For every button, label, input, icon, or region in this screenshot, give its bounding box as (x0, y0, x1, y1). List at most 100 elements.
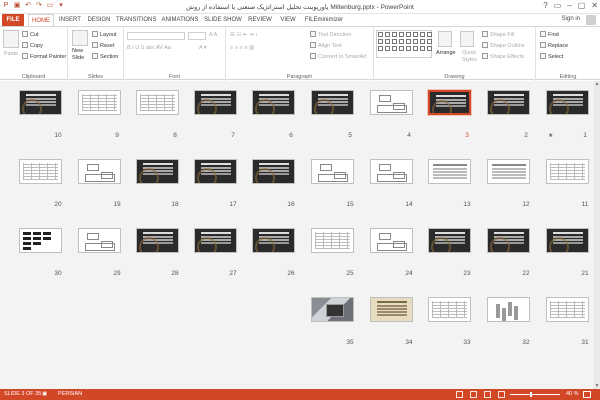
slide-thumbnail[interactable] (194, 159, 237, 184)
slide-thumbnail[interactable] (428, 297, 471, 322)
shape-outline-button[interactable]: Shape Outline (482, 42, 525, 49)
reading-view-icon[interactable] (484, 391, 491, 398)
shape-effects-button[interactable]: Shape Effects (482, 53, 524, 60)
slide-thumbnail[interactable] (546, 90, 589, 115)
tab-design[interactable]: DESIGN (86, 14, 112, 26)
slide-thumbnail[interactable] (194, 90, 237, 115)
tab-review[interactable]: REVIEW (246, 14, 274, 26)
normal-view-icon[interactable] (456, 391, 463, 398)
zoom-level[interactable]: 40 % (566, 391, 579, 397)
slideshow-view-icon[interactable] (498, 391, 505, 398)
tab-slide-show[interactable]: SLIDE SHOW (204, 14, 242, 26)
paste-icon[interactable] (3, 30, 19, 48)
slide-thumbnail[interactable] (252, 159, 295, 184)
slide-thumbnail[interactable] (427, 89, 472, 116)
slide-thumbnail[interactable] (78, 228, 121, 253)
font-color-button[interactable]: A ▾ (199, 45, 207, 51)
slide-thumbnail[interactable] (487, 228, 530, 253)
scroll-up-icon[interactable]: ▲ (594, 81, 600, 87)
language-indicator[interactable]: PERSIAN (58, 391, 82, 397)
slide-thumbnail[interactable] (370, 297, 413, 322)
tab-insert[interactable]: INSERT (58, 14, 82, 26)
slide-thumbnail[interactable] (136, 90, 179, 115)
replace-button[interactable]: Replace (540, 42, 568, 49)
paste-button[interactable]: Paste (4, 51, 18, 57)
slide-thumbnail[interactable] (428, 228, 471, 253)
arrange-button[interactable]: Arrange (436, 50, 456, 56)
spellcheck-icon[interactable]: ▣ (42, 391, 47, 397)
layout-button[interactable]: Layout (92, 31, 117, 38)
find-button[interactable]: Find (540, 31, 559, 38)
slide-thumbnail[interactable] (487, 90, 530, 115)
alignment-buttons[interactable]: ≡ ≡ ≡ ≡ ▥ (230, 45, 254, 51)
slide-thumbnail[interactable] (194, 228, 237, 253)
font-name-field[interactable] (127, 32, 185, 40)
slide-thumbnail[interactable] (78, 90, 121, 115)
ribbon-display-button[interactable]: ▭ (554, 1, 562, 10)
slide-thumbnail[interactable] (546, 297, 589, 322)
slide-thumbnail[interactable] (136, 228, 179, 253)
shape-fill-button[interactable]: Shape Fill (482, 31, 514, 38)
slide-thumbnail[interactable] (136, 159, 179, 184)
slide-thumbnail[interactable] (311, 228, 354, 253)
slide-thumbnail[interactable] (19, 159, 62, 184)
select-button[interactable]: Select (540, 53, 563, 60)
quick-styles-icon[interactable] (460, 31, 474, 47)
tab-transitions[interactable]: TRANSITIONS (116, 14, 156, 26)
slide-sorter-view-icon[interactable] (470, 391, 477, 398)
quick-styles-button[interactable]: Quick (462, 50, 476, 56)
avatar[interactable] (586, 15, 596, 25)
cut-button[interactable]: Cut (22, 31, 39, 38)
slide-thumbnail[interactable] (370, 228, 413, 253)
text-direction-button[interactable]: Text Direction (310, 31, 351, 38)
copy-button[interactable]: Copy (22, 42, 43, 49)
quick-styles-button-line2[interactable]: Styles (462, 57, 477, 63)
format-painter-button[interactable]: Format Painter (22, 53, 66, 60)
close-button[interactable]: ✕ (591, 1, 598, 10)
tab-view[interactable]: VIEW (278, 14, 298, 26)
help-button[interactable]: ? (543, 1, 547, 10)
slide-thumbnail[interactable] (19, 228, 62, 253)
font-style-buttons[interactable]: B I U S abc AV Aa (127, 45, 171, 51)
zoom-slider-handle[interactable] (530, 392, 532, 397)
tab-animations[interactable]: ANIMATIONS (160, 14, 200, 26)
slide-thumbnail[interactable] (252, 228, 295, 253)
maximize-button[interactable]: ▢ (578, 1, 586, 10)
tab-home[interactable]: HOME (28, 14, 54, 26)
paint-bucket-icon (482, 31, 488, 37)
slide-thumbnail[interactable] (19, 90, 62, 115)
slide-thumbnail[interactable] (311, 159, 354, 184)
slide-thumbnail[interactable] (252, 90, 295, 115)
tab-file[interactable]: FILE (2, 14, 24, 26)
align-text-button[interactable]: Align Text (310, 42, 342, 49)
bullets-buttons[interactable]: ☰ ☷ ⇤ ⇥ ↕ (230, 32, 258, 38)
section-button[interactable]: Section (92, 53, 118, 60)
grow-font-button[interactable]: A A (209, 32, 217, 38)
arrange-icon[interactable] (438, 31, 452, 47)
tab-fileminimizer[interactable]: FILEminimizer (302, 14, 346, 26)
reset-button[interactable]: Reset (92, 42, 114, 49)
fit-to-window-icon[interactable] (583, 391, 591, 398)
slide-thumbnail[interactable] (370, 90, 413, 115)
slide-thumbnail[interactable] (546, 228, 589, 253)
minimize-button[interactable]: – (567, 1, 571, 10)
slide-transition-star-icon[interactable]: ★ (548, 132, 553, 139)
font-size-field[interactable] (188, 32, 206, 40)
convert-smartart-button[interactable]: Convert to SmartArt (310, 53, 367, 60)
sign-in-link[interactable]: Sign in (562, 16, 580, 22)
slide-thumbnail[interactable] (428, 159, 471, 184)
slide-thumbnail[interactable] (370, 159, 413, 184)
slide-thumbnail[interactable] (311, 297, 354, 322)
new-slide-icon[interactable] (72, 30, 88, 46)
new-slide-button[interactable]: New (72, 48, 83, 54)
zoom-slider[interactable] (510, 394, 560, 395)
slide-thumbnail[interactable] (487, 297, 530, 322)
vertical-scrollbar[interactable]: ▲ ▼ (594, 81, 600, 389)
slide-thumbnail[interactable] (546, 159, 589, 184)
slide-thumbnail[interactable] (487, 159, 530, 184)
slide-thumbnail[interactable] (311, 90, 354, 115)
slide-thumbnail[interactable] (78, 159, 121, 184)
slide-number: 14 (405, 201, 413, 208)
shapes-gallery[interactable] (376, 30, 432, 58)
new-slide-button-line2[interactable]: Slide (72, 55, 84, 61)
